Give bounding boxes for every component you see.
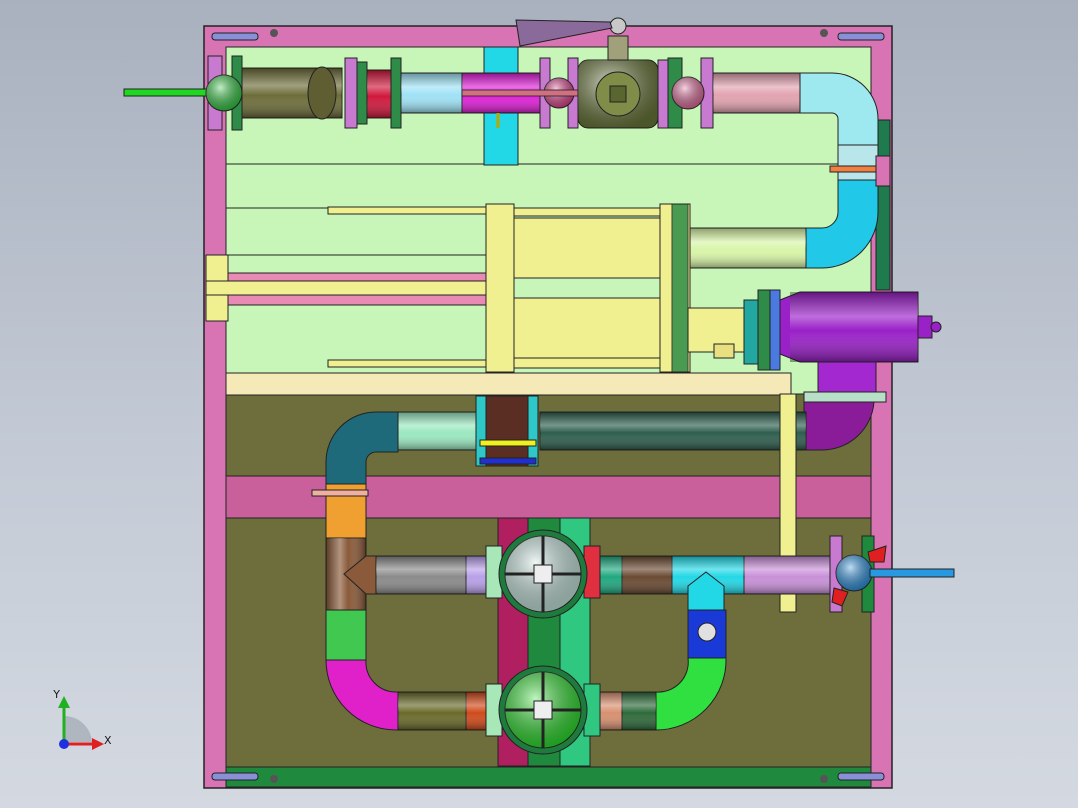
y-axis-label: Y bbox=[52, 688, 60, 701]
frame-bolt bbox=[820, 29, 828, 37]
lifting-lug-top-right bbox=[837, 32, 885, 41]
lifting-lug-bottom-left bbox=[211, 772, 259, 781]
cad-viewport[interactable]: Y X bbox=[0, 0, 1078, 808]
lifting-lug-bottom-right bbox=[837, 772, 885, 781]
x-axis-label: X bbox=[104, 734, 112, 747]
frame-bolt bbox=[270, 775, 278, 783]
axis-triad: Y X bbox=[52, 688, 112, 750]
frame-bolt bbox=[820, 775, 828, 783]
lifting-lug-top-left bbox=[211, 32, 259, 41]
frame-bolt bbox=[270, 29, 278, 37]
z-axis-dot bbox=[59, 739, 69, 749]
x-axis-arrowhead bbox=[92, 738, 104, 750]
